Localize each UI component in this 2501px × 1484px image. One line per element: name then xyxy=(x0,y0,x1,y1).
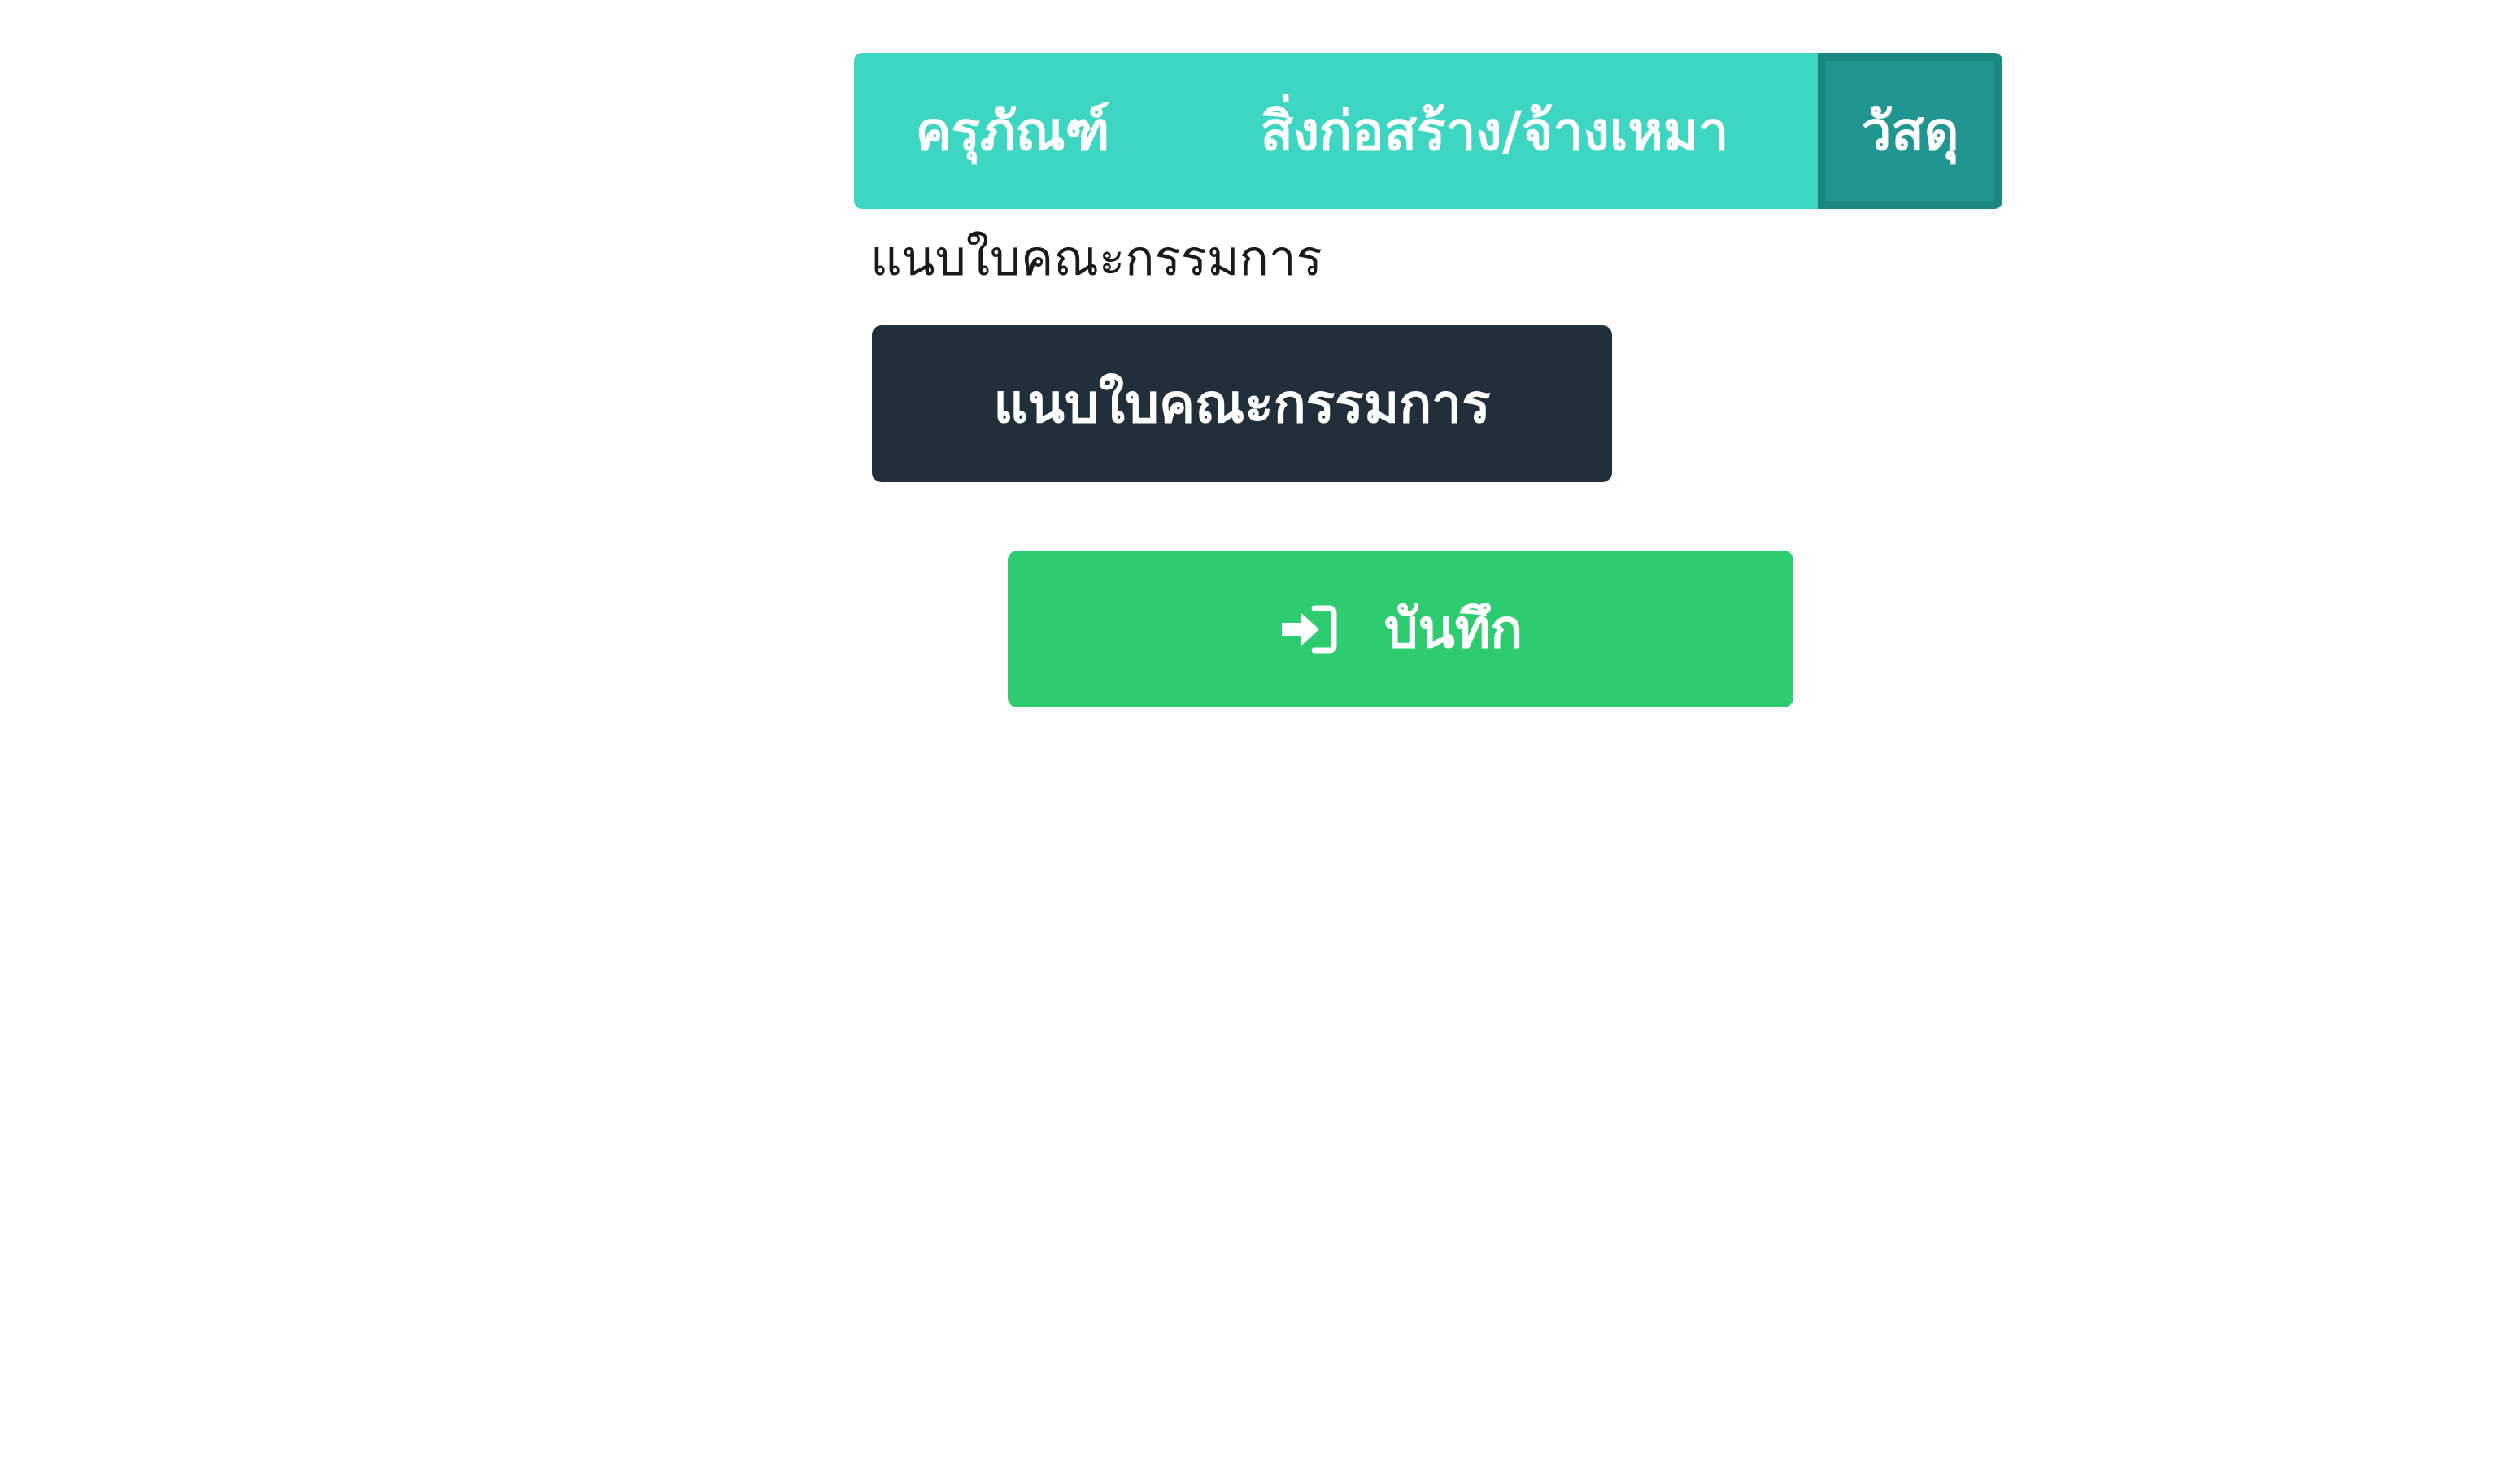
save-button[interactable]: บันทึก xyxy=(1008,551,1793,707)
attach-committee-button[interactable]: แนบใบคณะกรรมการ xyxy=(872,325,1612,482)
save-button-label: บันทึก xyxy=(1383,598,1523,660)
attach-committee-label: แนบใบคณะกรรมการ xyxy=(870,230,1322,287)
sign-in-icon xyxy=(1279,603,1337,655)
tab-materials[interactable]: วัสดุ xyxy=(1818,53,2002,209)
tab-bar: ครุภัณฑ์ สิ่งก่อสร้าง/จ้างเหมา วัสดุ xyxy=(854,53,2002,209)
tab-durable-goods[interactable]: ครุภัณฑ์ xyxy=(854,53,1171,209)
page: ครุภัณฑ์ สิ่งก่อสร้าง/จ้างเหมา วัสดุ แนบ… xyxy=(0,0,2501,1484)
tab-construction-contracting[interactable]: สิ่งก่อสร้าง/จ้างเหมา xyxy=(1171,53,1818,209)
